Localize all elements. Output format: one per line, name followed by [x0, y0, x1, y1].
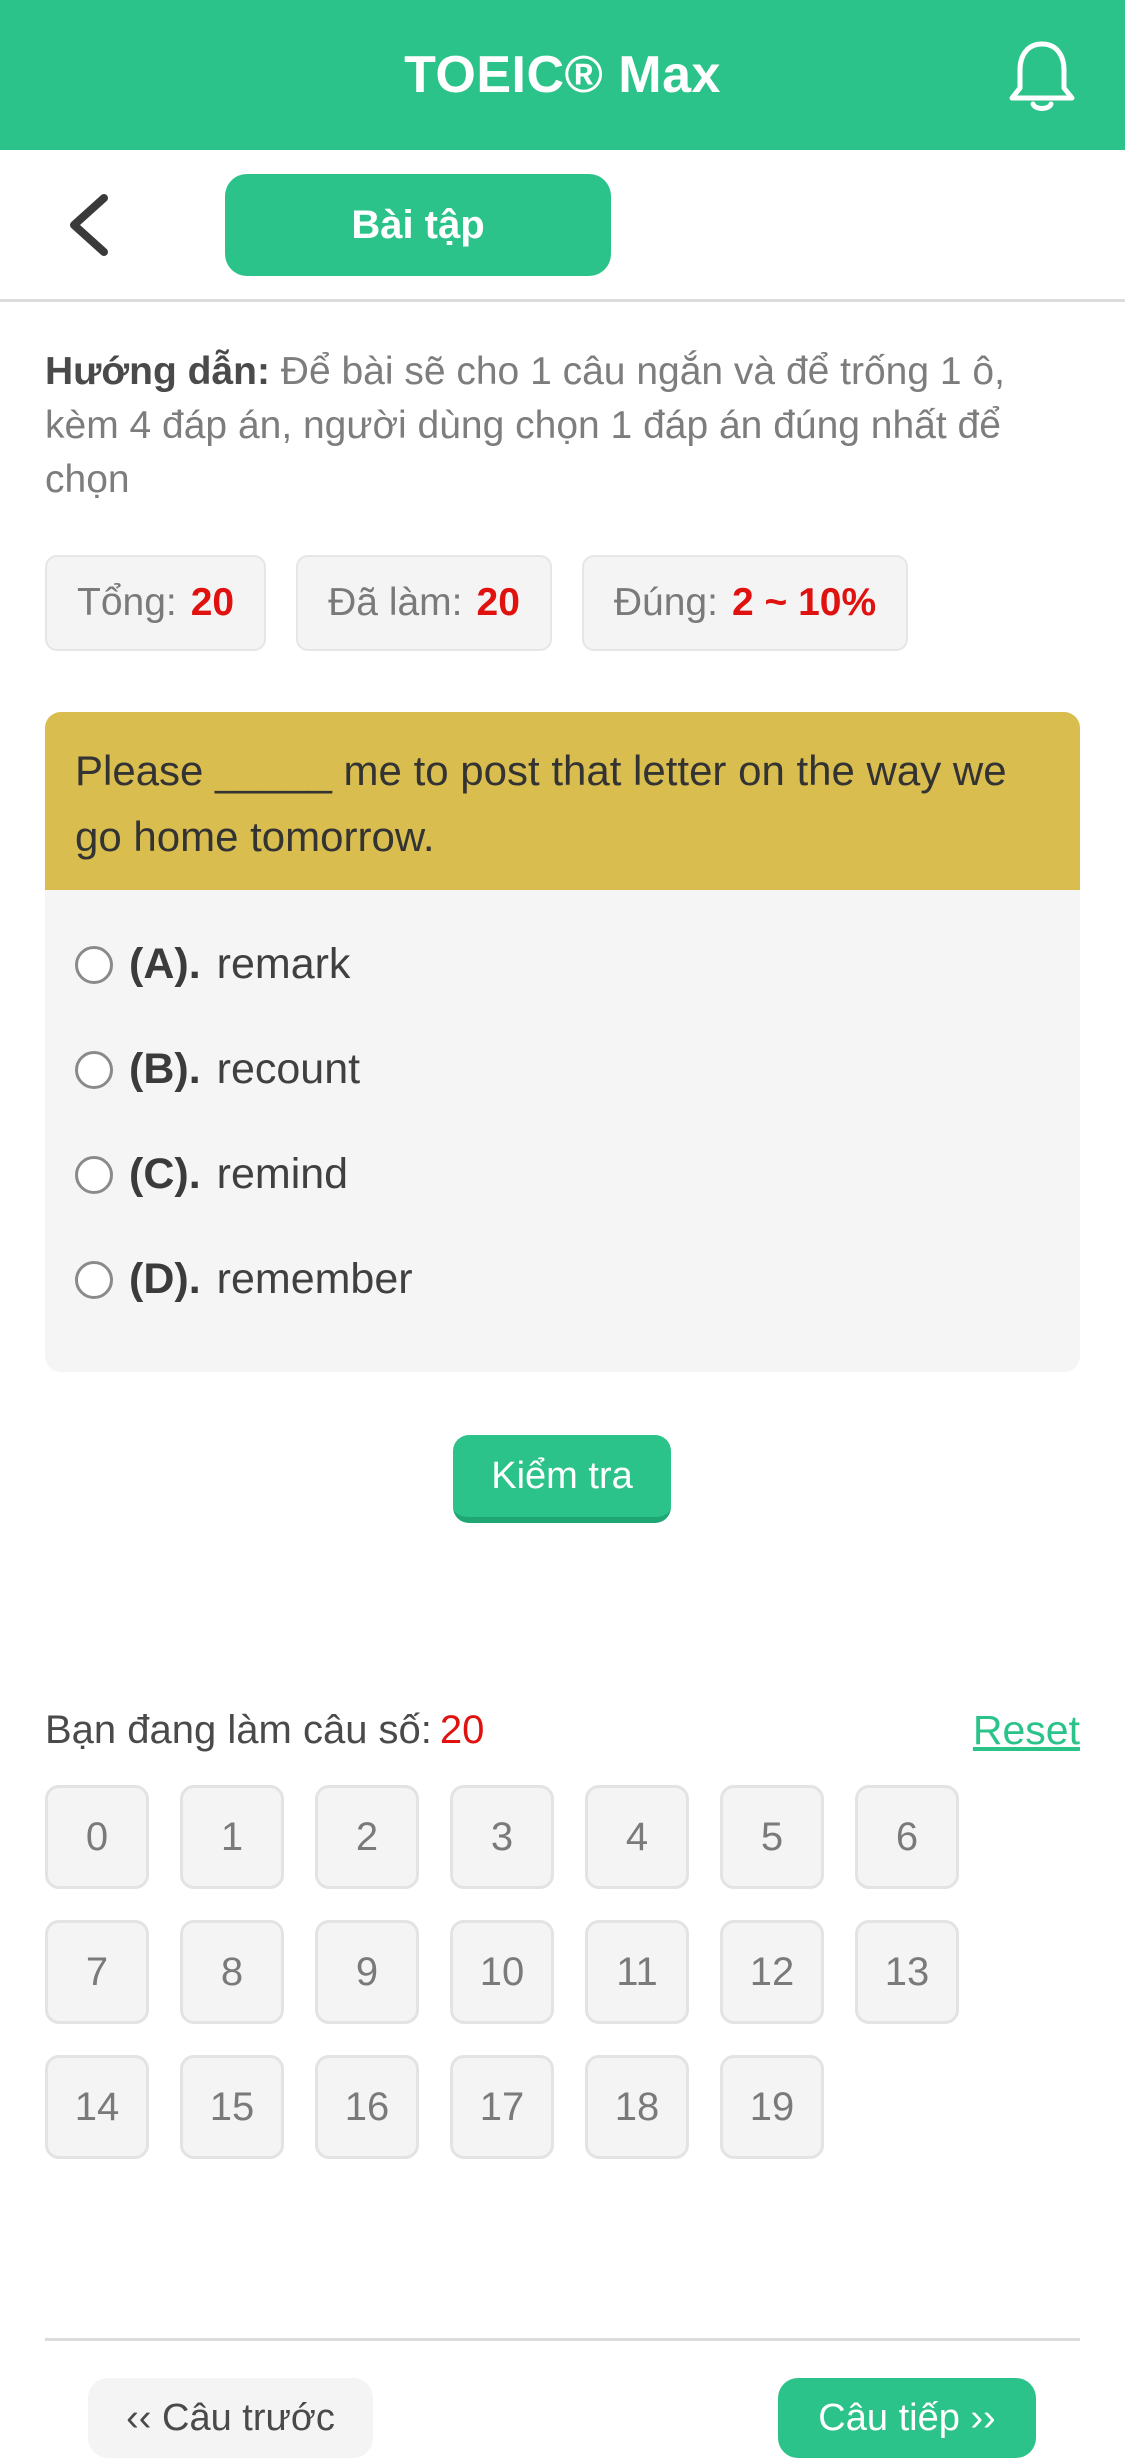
previous-question-button[interactable]: ‹‹ Câu trước: [88, 2378, 373, 2458]
stat-value: 20: [476, 581, 520, 624]
tab-exercises[interactable]: Bài tập: [225, 174, 611, 276]
bell-icon[interactable]: [1007, 38, 1077, 114]
question-number-button[interactable]: 8: [180, 1920, 284, 2024]
question-number-button[interactable]: 17: [450, 2055, 554, 2159]
option-c[interactable]: (C). remind: [75, 1122, 1050, 1227]
current-question-label: Bạn đang làm câu số:: [45, 1707, 432, 1752]
answer-options: (A). remark (B). recount (C). remind (D)…: [45, 890, 1080, 1354]
option-text: remind: [216, 1150, 349, 1198]
chevron-left-icon[interactable]: [60, 190, 120, 260]
question-number-button[interactable]: 18: [585, 2055, 689, 2159]
app-header: TOEIC® Max: [0, 0, 1125, 150]
stats-row: Tổng: 20 Đã làm: 20 Đúng: 2 ~ 10%: [45, 555, 909, 651]
current-question-number: 20: [439, 1707, 485, 1752]
stat-done: Đã làm: 20: [296, 555, 552, 651]
question-text: Please _____ me to post that letter on t…: [45, 712, 1080, 890]
stat-total: Tổng: 20: [45, 555, 267, 651]
question-card: Please _____ me to post that letter on t…: [45, 712, 1080, 1372]
question-number-button[interactable]: 7: [45, 1920, 149, 2024]
sub-navigation-bar: Bài tập: [0, 150, 1125, 302]
question-number-button[interactable]: 9: [315, 1920, 419, 2024]
question-number-button[interactable]: 14: [45, 2055, 149, 2159]
instructions: Hướng dẫn: Để bài sẽ cho 1 câu ngắn và đ…: [45, 345, 1085, 507]
option-text: recount: [216, 1045, 361, 1093]
question-number-button[interactable]: 4: [585, 1785, 689, 1889]
divider: [45, 2338, 1080, 2341]
option-letter: (C).: [129, 1150, 201, 1198]
option-letter: (B).: [129, 1045, 201, 1093]
question-number-button[interactable]: 0: [45, 1785, 149, 1889]
app-title: TOEIC® Max: [404, 46, 721, 104]
check-button[interactable]: Kiểm tra: [453, 1435, 671, 1523]
stat-value: 2 ~ 10%: [731, 581, 877, 624]
stat-correct: Đúng: 2 ~ 10%: [581, 555, 909, 651]
question-number-button[interactable]: 12: [720, 1920, 824, 2024]
radio-button[interactable]: [75, 1155, 113, 1194]
option-text: remark: [216, 940, 351, 988]
question-number-button[interactable]: 19: [720, 2055, 824, 2159]
option-b[interactable]: (B). recount: [75, 1017, 1050, 1122]
question-number-button[interactable]: 3: [450, 1785, 554, 1889]
stat-value: 20: [190, 581, 235, 624]
stat-label: Tổng:: [77, 581, 177, 624]
question-number-grid: 0 1 2 3 4 5 6 7 8 9 10 11 12 13 14 15 16…: [45, 1785, 1080, 2159]
reset-link[interactable]: Reset: [973, 1707, 1080, 1754]
radio-button[interactable]: [75, 1050, 113, 1089]
question-number-button[interactable]: 2: [315, 1785, 419, 1889]
progress-row: Bạn đang làm câu số: 20 Reset: [45, 1700, 1080, 1760]
next-question-button[interactable]: Câu tiếp ››: [778, 2378, 1036, 2458]
question-number-button[interactable]: 10: [450, 1920, 554, 2024]
question-number-button[interactable]: 15: [180, 2055, 284, 2159]
question-number-button[interactable]: 5: [720, 1785, 824, 1889]
question-number-button[interactable]: 16: [315, 2055, 419, 2159]
question-number-button[interactable]: 11: [585, 1920, 689, 2024]
option-letter: (A).: [129, 940, 201, 988]
stat-label: Đúng:: [613, 581, 718, 624]
question-number-button[interactable]: 6: [855, 1785, 959, 1889]
question-number-button[interactable]: 13: [855, 1920, 959, 2024]
instructions-label: Hướng dẫn:: [45, 350, 270, 393]
option-a[interactable]: (A). remark: [75, 912, 1050, 1017]
option-letter: (D).: [129, 1255, 201, 1303]
radio-button[interactable]: [75, 1260, 113, 1299]
option-text: remember: [216, 1255, 413, 1303]
question-number-button[interactable]: 1: [180, 1785, 284, 1889]
stat-label: Đã làm:: [328, 581, 463, 624]
radio-button[interactable]: [75, 945, 113, 984]
option-d[interactable]: (D). remember: [75, 1227, 1050, 1332]
current-question: Bạn đang làm câu số: 20: [45, 1708, 484, 1753]
